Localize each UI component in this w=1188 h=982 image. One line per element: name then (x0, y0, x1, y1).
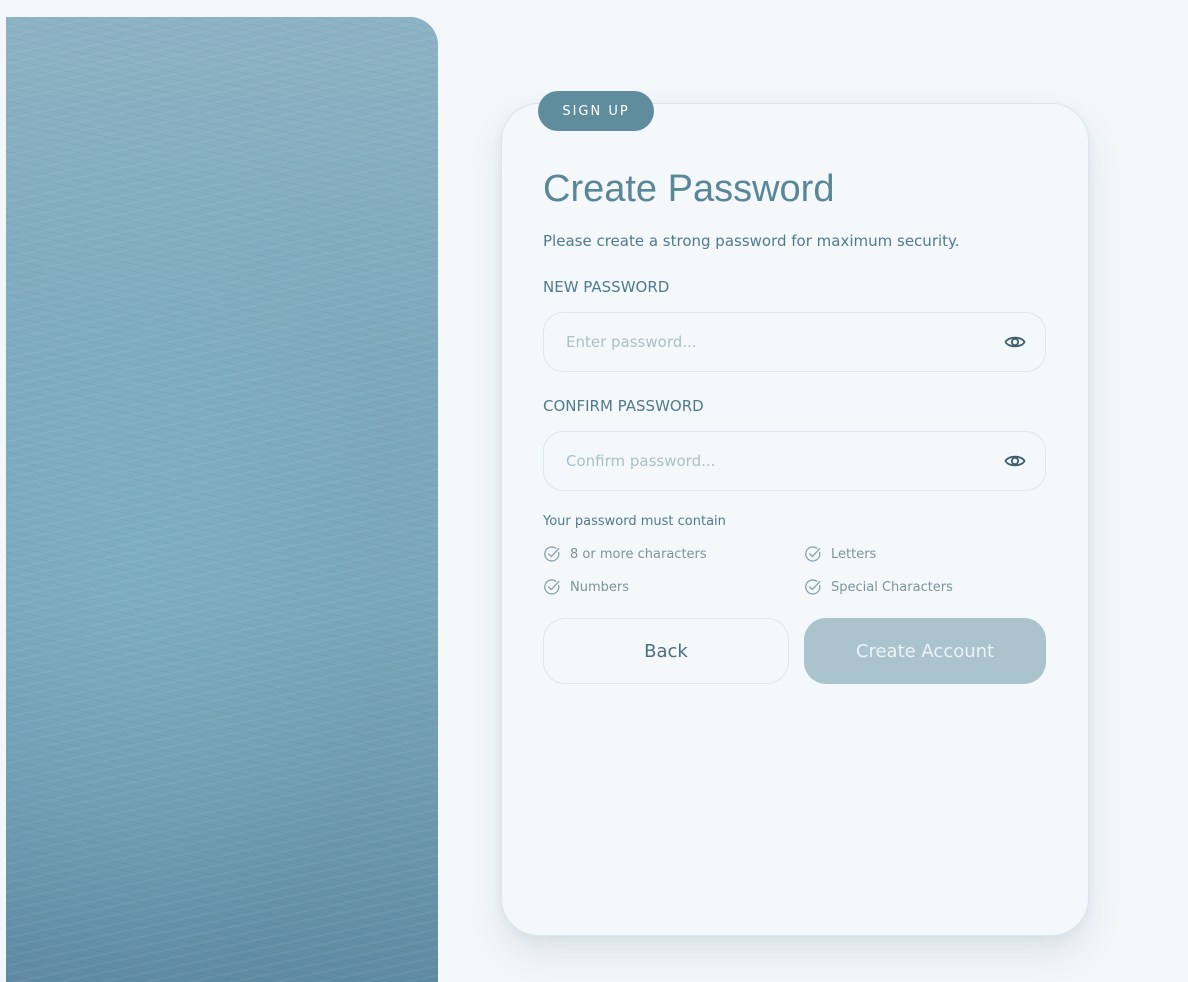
ocean-hero-image (6, 17, 438, 982)
create-account-button[interactable]: Create Account (804, 618, 1046, 684)
new-password-input[interactable] (566, 313, 976, 371)
sign-up-badge: SIGN UP (538, 91, 654, 131)
page-subtitle: Please create a strong password for maxi… (543, 232, 960, 250)
requirement-label: 8 or more characters (570, 546, 707, 562)
requirement-label: Special Characters (831, 579, 953, 595)
confirm-password-label: CONFIRM PASSWORD (543, 397, 704, 415)
requirement-label: Letters (831, 546, 877, 562)
confirm-password-input[interactable] (566, 432, 976, 490)
requirement-item: Letters (804, 545, 876, 563)
check-circle-icon (805, 546, 821, 562)
new-password-field (543, 312, 1046, 372)
check-circle-icon (544, 579, 560, 595)
requirement-item: Special Characters (804, 578, 953, 596)
new-password-label: NEW PASSWORD (543, 278, 670, 296)
check-circle-icon (805, 579, 821, 595)
check-circle-icon (544, 546, 560, 562)
eye-icon[interactable] (1003, 331, 1027, 353)
requirements-title: Your password must contain (543, 514, 726, 529)
requirement-item: 8 or more characters (543, 545, 707, 563)
requirement-item: Numbers (543, 578, 629, 596)
page-title: Create Password (543, 168, 835, 210)
requirement-label: Numbers (570, 579, 629, 595)
confirm-password-field (543, 431, 1046, 491)
back-button[interactable]: Back (543, 618, 789, 684)
eye-icon[interactable] (1003, 450, 1027, 472)
